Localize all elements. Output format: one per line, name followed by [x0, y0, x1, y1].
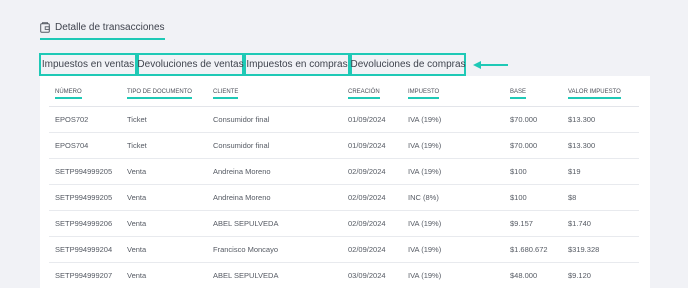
cell-valor-impuesto: $319.328	[568, 236, 639, 263]
page-title: Detalle de transacciones	[55, 22, 165, 33]
cell-cliente: ABEL SEPULVEDA	[213, 262, 348, 288]
column-header-cliente[interactable]: CLIENTE	[213, 86, 348, 107]
cell-cliente: Francisco Moncayo	[213, 236, 348, 263]
transactions-table: NÚMERO TIPO DE DOCUMENTO CLIENTE CREACIÓ…	[49, 86, 639, 288]
cell-creacion: 01/09/2024	[348, 106, 408, 133]
cell-tipo-documento: Venta	[127, 210, 213, 237]
cell-creacion: 02/09/2024	[348, 236, 408, 263]
cell-numero: SETP994999207	[49, 262, 127, 288]
cell-tipo-documento: Ticket	[127, 132, 213, 159]
cell-creacion: 01/09/2024	[348, 132, 408, 159]
cell-creacion: 02/09/2024	[348, 184, 408, 211]
page-header: Detalle de transacciones	[40, 22, 165, 40]
cell-base: $70.000	[510, 132, 568, 159]
cell-valor-impuesto: $19	[568, 158, 639, 185]
cell-numero: EPOS704	[49, 132, 127, 159]
table-row[interactable]: SETP994999206 Venta ABEL SEPULVEDA 02/09…	[49, 210, 639, 237]
cell-base: $1.680.672	[510, 236, 568, 263]
cell-tipo-documento: Venta	[127, 262, 213, 288]
table-row[interactable]: SETP994999207 Venta ABEL SEPULVEDA 03/09…	[49, 262, 639, 288]
cell-cliente: Consumidor final	[213, 106, 348, 133]
tab-impuestos-ventas[interactable]: Impuestos en ventas	[39, 53, 137, 76]
cell-impuesto: IVA (19%)	[408, 210, 510, 237]
cell-numero: SETP994999205	[49, 158, 127, 185]
tab-devoluciones-compras[interactable]: Devoluciones de compras	[350, 53, 466, 76]
cell-numero: SETP994999206	[49, 210, 127, 237]
arrow-left-icon	[473, 60, 509, 70]
table-row[interactable]: EPOS704 Ticket Consumidor final 01/09/20…	[49, 132, 639, 159]
cell-cliente: Andreina Moreno	[213, 184, 348, 211]
cell-valor-impuesto: $8	[568, 184, 639, 211]
column-header-tipo-documento[interactable]: TIPO DE DOCUMENTO	[127, 86, 213, 107]
cell-creacion: 02/09/2024	[348, 158, 408, 185]
column-header-base[interactable]: BASE	[510, 86, 568, 107]
column-header-numero[interactable]: NÚMERO	[49, 86, 127, 107]
cell-numero: SETP994999205	[49, 184, 127, 211]
cell-numero: SETP994999204	[49, 236, 127, 263]
tabs-bar: Impuestos en ventas Devoluciones de vent…	[39, 53, 509, 76]
wallet-icon	[40, 22, 50, 33]
tab-devoluciones-ventas[interactable]: Devoluciones de ventas	[137, 53, 244, 76]
cell-valor-impuesto: $13.300	[568, 106, 639, 133]
cell-numero: EPOS702	[49, 106, 127, 133]
cell-valor-impuesto: $1.740	[568, 210, 639, 237]
cell-cliente: Andreina Moreno	[213, 158, 348, 185]
cell-cliente: ABEL SEPULVEDA	[213, 210, 348, 237]
cell-base: $48.000	[510, 262, 568, 288]
tab-impuestos-compras[interactable]: Impuestos en compras	[244, 53, 350, 76]
cell-impuesto: IVA (19%)	[408, 262, 510, 288]
cell-tipo-documento: Ticket	[127, 106, 213, 133]
table-row[interactable]: SETP994999205 Venta Andreina Moreno 02/0…	[49, 184, 639, 211]
cell-creacion: 03/09/2024	[348, 262, 408, 288]
cell-base: $70.000	[510, 106, 568, 133]
column-header-creacion[interactable]: CREACIÓN	[348, 86, 408, 107]
table-header-row: NÚMERO TIPO DE DOCUMENTO CLIENTE CREACIÓ…	[49, 86, 639, 107]
cell-impuesto: IVA (19%)	[408, 236, 510, 263]
table-row[interactable]: SETP994999205 Venta Andreina Moreno 02/0…	[49, 158, 639, 185]
cell-impuesto: IVA (19%)	[408, 106, 510, 133]
cell-creacion: 02/09/2024	[348, 210, 408, 237]
cell-base: $100	[510, 184, 568, 211]
cell-tipo-documento: Venta	[127, 184, 213, 211]
cell-cliente: Consumidor final	[213, 132, 348, 159]
column-header-valor-impuesto[interactable]: VALOR IMPUESTO	[568, 86, 639, 107]
column-header-impuesto[interactable]: IMPUESTO	[408, 86, 510, 107]
cell-base: $100	[510, 158, 568, 185]
table-row[interactable]: SETP994999204 Venta Francisco Moncayo 02…	[49, 236, 639, 263]
table-row[interactable]: EPOS702 Ticket Consumidor final 01/09/20…	[49, 106, 639, 133]
cell-valor-impuesto: $9.120	[568, 262, 639, 288]
cell-valor-impuesto: $13.300	[568, 132, 639, 159]
cell-base: $9.157	[510, 210, 568, 237]
cell-tipo-documento: Venta	[127, 236, 213, 263]
cell-impuesto: IVA (19%)	[408, 158, 510, 185]
cell-impuesto: IVA (19%)	[408, 132, 510, 159]
cell-impuesto: INC (8%)	[408, 184, 510, 211]
transactions-panel: NÚMERO TIPO DE DOCUMENTO CLIENTE CREACIÓ…	[40, 76, 650, 288]
cell-tipo-documento: Venta	[127, 158, 213, 185]
